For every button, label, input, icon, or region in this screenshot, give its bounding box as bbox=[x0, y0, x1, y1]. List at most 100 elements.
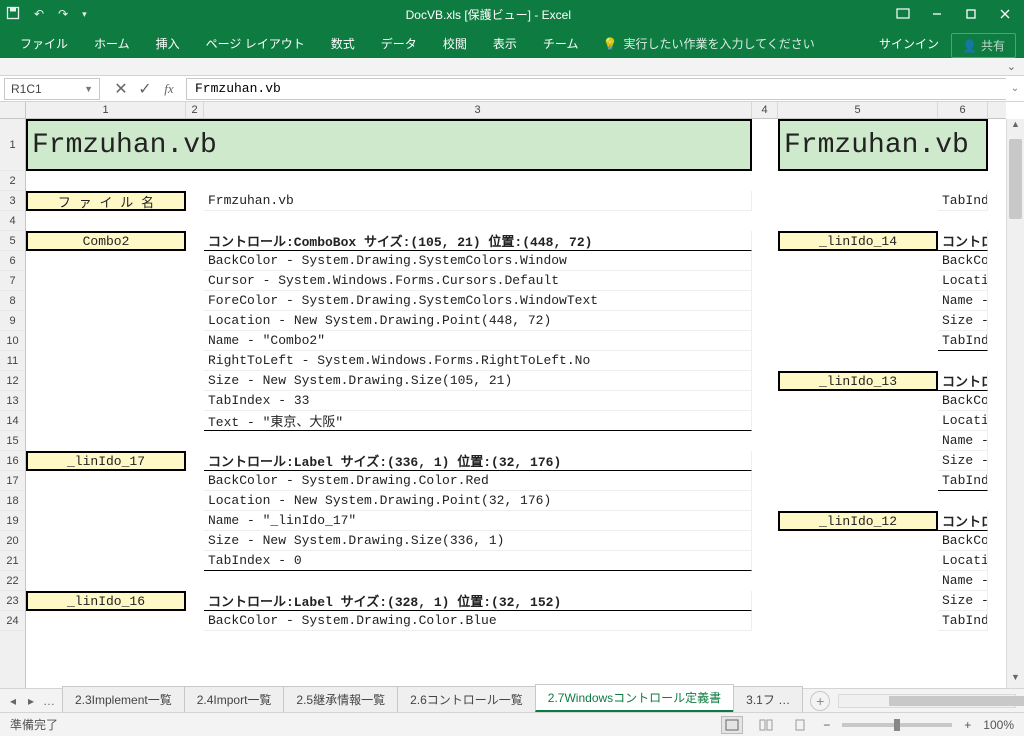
row-header[interactable]: 3 bbox=[0, 191, 25, 211]
cell[interactable]: Frmzuhan.vb bbox=[778, 119, 988, 171]
cell[interactable]: コントロール:Label サイズ:(336, 1) 位置:(32, 176) bbox=[204, 451, 752, 471]
select-all-button[interactable] bbox=[0, 102, 26, 119]
sheet-tab[interactable]: 2.6コントロール一覧 bbox=[397, 686, 536, 712]
row-header[interactable]: 19 bbox=[0, 511, 25, 531]
column-header[interactable]: 3 bbox=[204, 102, 752, 118]
cell[interactable]: Size - New System.Drawing.Size(336, 1) bbox=[204, 531, 752, 551]
cell[interactable]: BackCo bbox=[938, 391, 988, 411]
formula-input[interactable]: Frmzuhan.vb bbox=[186, 78, 1006, 100]
cell[interactable]: Size - bbox=[938, 451, 988, 471]
tab-team[interactable]: チーム bbox=[531, 29, 591, 58]
cell[interactable]: RightToLeft - System.Windows.Forms.Right… bbox=[204, 351, 752, 371]
cell[interactable]: Name - bbox=[938, 291, 988, 311]
cell[interactable]: Locati bbox=[938, 551, 988, 571]
expand-formula-icon[interactable]: ⌄ bbox=[1006, 83, 1024, 94]
cell[interactable]: Frmzuhan.vb bbox=[204, 191, 752, 211]
sheet-tab[interactable]: 2.5継承情報一覧 bbox=[283, 686, 398, 712]
cell[interactable]: Locati bbox=[938, 271, 988, 291]
tab-review[interactable]: 校閲 bbox=[431, 29, 479, 58]
cell[interactable]: _linIdo_12 bbox=[778, 511, 938, 531]
sheet-tab[interactable]: 3.1フ … bbox=[733, 686, 803, 712]
row-header[interactable]: 16 bbox=[0, 451, 25, 471]
row-header[interactable]: 6 bbox=[0, 251, 25, 271]
column-header[interactable]: 1 bbox=[26, 102, 186, 118]
column-header[interactable]: 5 bbox=[778, 102, 938, 118]
cell[interactable]: _linIdo_14 bbox=[778, 231, 938, 251]
maximize-icon[interactable] bbox=[958, 4, 984, 24]
cell[interactable]: BackColor - System.Drawing.Color.Red bbox=[204, 471, 752, 491]
cell[interactable]: コントロー bbox=[938, 231, 988, 251]
qat-more-icon[interactable]: ▾ bbox=[82, 9, 87, 20]
chevron-down-icon[interactable]: ▼ bbox=[84, 84, 93, 94]
horizontal-scrollbar[interactable] bbox=[838, 694, 1016, 708]
zoom-out-button[interactable]: − bbox=[823, 718, 830, 732]
column-header[interactable]: 2 bbox=[186, 102, 204, 118]
cell[interactable]: Name - "_linIdo_17" bbox=[204, 511, 752, 531]
tab-overflow-icon[interactable]: … bbox=[42, 694, 56, 708]
tab-file[interactable]: ファイル bbox=[8, 29, 80, 58]
cell[interactable]: Name - "Combo2" bbox=[204, 331, 752, 351]
cell[interactable]: コントロー bbox=[938, 371, 988, 391]
grid[interactable]: Frmzuhan.vbFrmzuhan.vbフ ァ イ ル 名Frmzuhan.… bbox=[26, 119, 1006, 688]
row-header[interactable]: 21 bbox=[0, 551, 25, 571]
minimize-icon[interactable] bbox=[924, 4, 950, 24]
zoom-slider[interactable] bbox=[842, 723, 952, 727]
row-header[interactable]: 14 bbox=[0, 411, 25, 431]
scrollbar-thumb[interactable] bbox=[889, 696, 1024, 706]
tab-formulas[interactable]: 数式 bbox=[319, 29, 367, 58]
cell[interactable]: _linIdo_17 bbox=[26, 451, 186, 471]
cell[interactable]: Locati bbox=[938, 411, 988, 431]
fx-icon[interactable]: fx bbox=[160, 80, 178, 98]
zoom-level[interactable]: 100% bbox=[983, 718, 1014, 732]
column-header[interactable]: 6 bbox=[938, 102, 988, 118]
cell[interactable]: コントロール:ComboBox サイズ:(105, 21) 位置:(448, 7… bbox=[204, 231, 752, 251]
cancel-formula-icon[interactable]: ✕ bbox=[112, 80, 130, 98]
row-header[interactable]: 8 bbox=[0, 291, 25, 311]
row-header[interactable]: 22 bbox=[0, 571, 25, 591]
expand-ribbon-icon[interactable]: ⌄ bbox=[1007, 60, 1016, 73]
scroll-down-icon[interactable]: ▼ bbox=[1007, 672, 1024, 688]
redo-icon[interactable]: ↷ bbox=[58, 7, 68, 21]
save-icon[interactable] bbox=[6, 6, 20, 23]
row-header[interactable]: 12 bbox=[0, 371, 25, 391]
cell[interactable]: _linIdo_13 bbox=[778, 371, 938, 391]
tab-nav-first-icon[interactable]: ◂ bbox=[6, 694, 20, 708]
row-header[interactable]: 9 bbox=[0, 311, 25, 331]
row-header[interactable]: 10 bbox=[0, 331, 25, 351]
tell-me[interactable]: 💡 実行したい作業を入力してください bbox=[592, 29, 824, 58]
cell[interactable]: Size - New System.Drawing.Size(105, 21) bbox=[204, 371, 752, 391]
tab-pagelayout[interactable]: ページ レイアウト bbox=[194, 29, 317, 58]
cell[interactable]: Name - bbox=[938, 571, 988, 591]
sheet-tab[interactable]: 2.3Implement一覧 bbox=[62, 686, 185, 712]
row-header[interactable]: 18 bbox=[0, 491, 25, 511]
tab-data[interactable]: データ bbox=[369, 29, 429, 58]
view-pagebreak-icon[interactable] bbox=[789, 716, 811, 734]
row-header[interactable]: 17 bbox=[0, 471, 25, 491]
cell[interactable]: Location - New System.Drawing.Point(448,… bbox=[204, 311, 752, 331]
cell[interactable]: BackColor - System.Drawing.Color.Blue bbox=[204, 611, 752, 631]
share-button[interactable]: 👤 共有 bbox=[951, 33, 1016, 58]
cell[interactable]: TabInd bbox=[938, 191, 988, 211]
cell[interactable]: コントロール:Label サイズ:(328, 1) 位置:(32, 152) bbox=[204, 591, 752, 611]
sheet-tab[interactable]: 2.7Windowsコントロール定義書 bbox=[535, 684, 734, 712]
vertical-scrollbar[interactable]: ▲ ▼ bbox=[1006, 119, 1024, 688]
row-header[interactable]: 24 bbox=[0, 611, 25, 631]
row-header[interactable]: 20 bbox=[0, 531, 25, 551]
cell[interactable]: コントロー bbox=[938, 511, 988, 531]
cell[interactable]: BackCo bbox=[938, 531, 988, 551]
cell[interactable]: Text - "東京、大阪" bbox=[204, 411, 752, 431]
row-header[interactable]: 13 bbox=[0, 391, 25, 411]
row-header[interactable]: 11 bbox=[0, 351, 25, 371]
enter-formula-icon[interactable]: ✓ bbox=[136, 80, 154, 98]
tab-home[interactable]: ホーム bbox=[82, 29, 142, 58]
view-normal-icon[interactable] bbox=[721, 716, 743, 734]
signin-link[interactable]: サインイン bbox=[869, 29, 949, 58]
undo-icon[interactable]: ↶ bbox=[34, 7, 44, 21]
row-header[interactable]: 15 bbox=[0, 431, 25, 451]
view-pagelayout-icon[interactable] bbox=[755, 716, 777, 734]
cell[interactable]: Frmzuhan.vb bbox=[26, 119, 752, 171]
row-header[interactable]: 4 bbox=[0, 211, 25, 231]
name-box[interactable]: R1C1▼ bbox=[4, 78, 100, 100]
row-header[interactable]: 2 bbox=[0, 171, 25, 191]
row-header[interactable]: 23 bbox=[0, 591, 25, 611]
